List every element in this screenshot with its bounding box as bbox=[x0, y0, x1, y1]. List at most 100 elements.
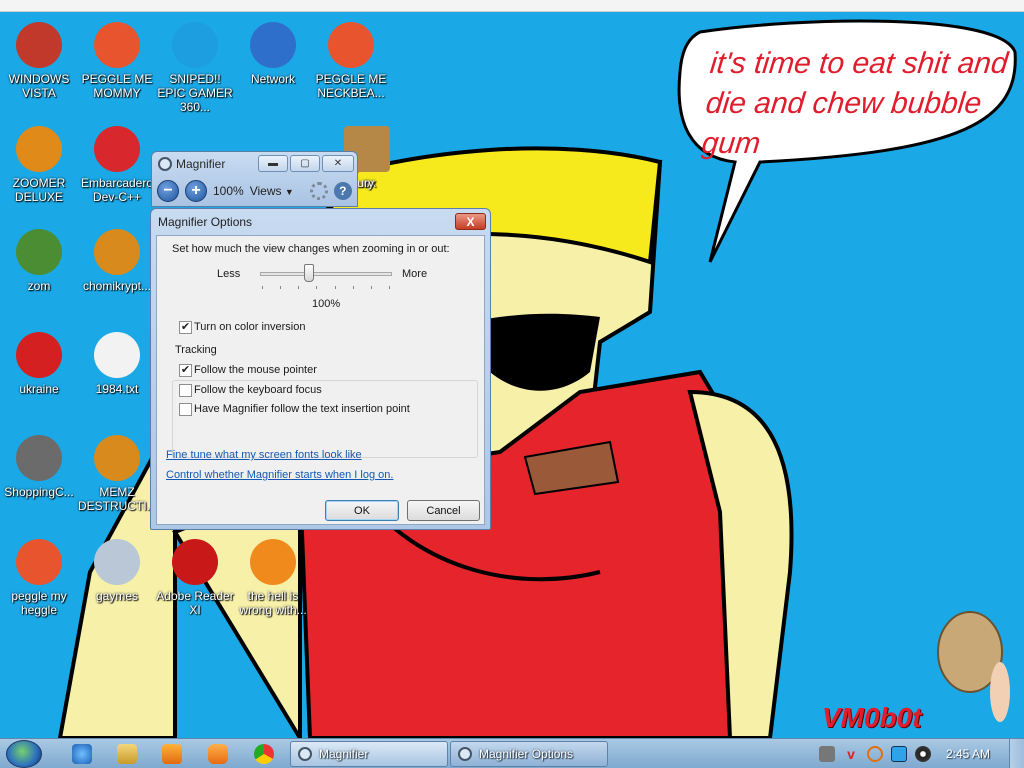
desktop-icon-label: gaymes bbox=[95, 589, 139, 603]
desktop-icon-label: Embarcadero Dev-C++ bbox=[80, 176, 154, 204]
magnifier-window[interactable]: Magnifier ▬ ▢ ✕ − + 100% Views ▼ ? bbox=[151, 151, 358, 207]
taskbar-task-label: Magnifier bbox=[319, 747, 369, 761]
cancel-button[interactable]: Cancel bbox=[407, 500, 480, 521]
internet-explorer-icon[interactable] bbox=[72, 744, 92, 764]
desktop-icon[interactable]: Network bbox=[234, 22, 312, 86]
zoom-level: 100% bbox=[213, 183, 244, 198]
zoom-prompt: Set how much the view changes when zoomi… bbox=[172, 243, 450, 255]
show-desktop-button[interactable] bbox=[1009, 739, 1024, 768]
slider-ticks bbox=[262, 286, 390, 290]
views-dropdown[interactable]: Views ▼ bbox=[250, 184, 294, 198]
magnifier-title: Magnifier bbox=[176, 157, 226, 171]
desktop-icon[interactable]: WINDOWS VISTA bbox=[0, 22, 78, 100]
magnifier-startup-link[interactable]: Control whether Magnifier starts when I … bbox=[166, 469, 393, 481]
zoom-in-button[interactable]: + bbox=[185, 179, 207, 202]
desktop-icon[interactable]: the hell is wrong with... bbox=[234, 539, 312, 617]
ok-button[interactable]: OK bbox=[325, 500, 399, 521]
desktop-icon[interactable]: ShoppingC... bbox=[0, 435, 78, 499]
desktop-icon[interactable]: gaymes bbox=[78, 539, 156, 603]
zuma-icon bbox=[16, 126, 62, 172]
follow-keyboard-checkbox[interactable] bbox=[179, 384, 192, 397]
color-inversion-label[interactable]: Turn on color inversion bbox=[194, 321, 305, 333]
uc-browser-icon[interactable] bbox=[208, 744, 228, 764]
fine-tune-fonts-link[interactable]: Fine tune what my screen fonts look like bbox=[166, 449, 362, 461]
plant-zombie-icon bbox=[16, 229, 62, 275]
desktop-icon-label: Network bbox=[250, 72, 295, 86]
desktop-icon[interactable]: PEGGLE ME MOMMY bbox=[78, 22, 156, 100]
tray-monitor-icon[interactable] bbox=[891, 746, 907, 762]
gear-icon[interactable] bbox=[309, 181, 328, 200]
chevron-down-icon: ▼ bbox=[284, 186, 294, 197]
desktop-icon-label: SNIPED!! EPIC GAMER 360... bbox=[157, 72, 233, 114]
slider-value: 100% bbox=[312, 298, 341, 310]
media-player-icon[interactable] bbox=[162, 744, 182, 764]
desktop-icon-label: zom bbox=[27, 279, 51, 293]
shortcut-file-icon bbox=[94, 435, 140, 481]
taskbar-magnifier[interactable]: Magnifier bbox=[290, 741, 448, 767]
tray-antivirus-icon[interactable]: v bbox=[843, 746, 859, 762]
desktop-icon[interactable]: Adobe Reader XI bbox=[156, 539, 234, 617]
skype-icon bbox=[172, 22, 218, 68]
follow-text-checkbox[interactable] bbox=[179, 403, 192, 416]
desktop-icon-label: ZOOMER DELUXE bbox=[12, 176, 66, 204]
desktop-icon-label: ShoppingC... bbox=[4, 485, 74, 499]
windows-vista-icon bbox=[16, 22, 62, 68]
clock[interactable]: 2:45 AM bbox=[946, 747, 990, 761]
help-icon[interactable]: ? bbox=[333, 181, 352, 200]
follow-keyboard-label[interactable]: Follow the keyboard focus bbox=[194, 384, 322, 396]
zoom-out-button[interactable]: − bbox=[157, 179, 179, 202]
magnifier-options-dialog[interactable]: Magnifier Options X Set how much the vie… bbox=[150, 208, 491, 530]
magnifier-task-icon bbox=[458, 747, 472, 761]
desktop-icon-label: PEGGLE ME NECKBEA... bbox=[315, 72, 387, 100]
minimize-button[interactable]: ▬ bbox=[258, 155, 288, 172]
zoom-slider-thumb[interactable] bbox=[304, 264, 314, 282]
taskbar-task-label: Magnifier Options bbox=[479, 747, 574, 761]
speech-bubble-text: it's time to eat shit and die and chew b… bbox=[700, 47, 1010, 160]
desktop-icon[interactable]: peggle my heggle bbox=[0, 539, 78, 617]
desktop-icon-label: WINDOWS VISTA bbox=[8, 72, 70, 100]
dialog-close-button[interactable]: X bbox=[455, 213, 486, 230]
magnifier-app-icon bbox=[158, 157, 172, 171]
desktop-icon[interactable]: chomikrypt... bbox=[78, 229, 156, 293]
watermark-text: VM0b0t bbox=[822, 702, 922, 733]
peggle-icon bbox=[328, 22, 374, 68]
views-label: Views bbox=[249, 183, 282, 198]
close-button[interactable]: ✕ bbox=[322, 155, 354, 172]
folder-icon[interactable] bbox=[117, 744, 137, 764]
maximize-button[interactable]: ▢ bbox=[290, 155, 320, 172]
chrome-icon[interactable] bbox=[254, 744, 274, 764]
tray-app-icon[interactable] bbox=[819, 746, 835, 762]
top-bar bbox=[0, 0, 1024, 12]
start-button[interactable] bbox=[6, 740, 42, 768]
tray-speaker-icon[interactable] bbox=[915, 746, 931, 762]
zoom-slider-track[interactable] bbox=[260, 272, 392, 276]
text-file-icon bbox=[94, 332, 140, 378]
follow-mouse-label[interactable]: Follow the mouse pointer bbox=[194, 364, 317, 376]
flash-icon bbox=[16, 435, 62, 481]
follow-text-label[interactable]: Have Magnifier follow the text insertion… bbox=[194, 403, 410, 415]
desktop-icon[interactable]: MEMZ DESTRUCTI... bbox=[78, 435, 157, 513]
desktop-icon[interactable]: PEGGLE ME NECKBEA... bbox=[312, 22, 390, 100]
uc-browser-icon bbox=[250, 539, 296, 585]
magnifier-toolbar: − + 100% Views ▼ ? bbox=[157, 178, 352, 203]
peggle-icon bbox=[16, 539, 62, 585]
devcpp-icon bbox=[94, 126, 140, 172]
color-inversion-checkbox[interactable]: ✔ bbox=[179, 321, 192, 334]
desktop-icon[interactable]: SNIPED!! EPIC GAMER 360... bbox=[156, 22, 234, 114]
taskbar-magnifier-options[interactable]: Magnifier Options bbox=[450, 741, 608, 767]
tray-magnifier-icon[interactable] bbox=[867, 746, 883, 762]
adobe-reader-icon bbox=[172, 539, 218, 585]
follow-mouse-checkbox[interactable]: ✔ bbox=[179, 364, 192, 377]
tracking-label: Tracking bbox=[175, 344, 217, 356]
peggle-icon bbox=[94, 22, 140, 68]
desktop-icon[interactable]: zom bbox=[0, 229, 78, 293]
desktop-icon[interactable]: ukraine bbox=[0, 332, 78, 396]
magnifier-task-icon bbox=[298, 747, 312, 761]
desktop-icon[interactable]: 1984.txt bbox=[78, 332, 156, 396]
desktop-icon-label: PEGGLE ME MOMMY bbox=[81, 72, 153, 100]
desktop-icon[interactable]: Embarcadero Dev-C++ bbox=[78, 126, 156, 204]
desktop-icon[interactable]: ZOOMER DELUXE bbox=[0, 126, 78, 204]
desktop-icon-label: chomikrypt... bbox=[82, 279, 151, 293]
dialog-body: Set how much the view changes when zoomi… bbox=[156, 235, 485, 525]
desktop-icon-label: MEMZ DESTRUCTI... bbox=[78, 485, 157, 513]
